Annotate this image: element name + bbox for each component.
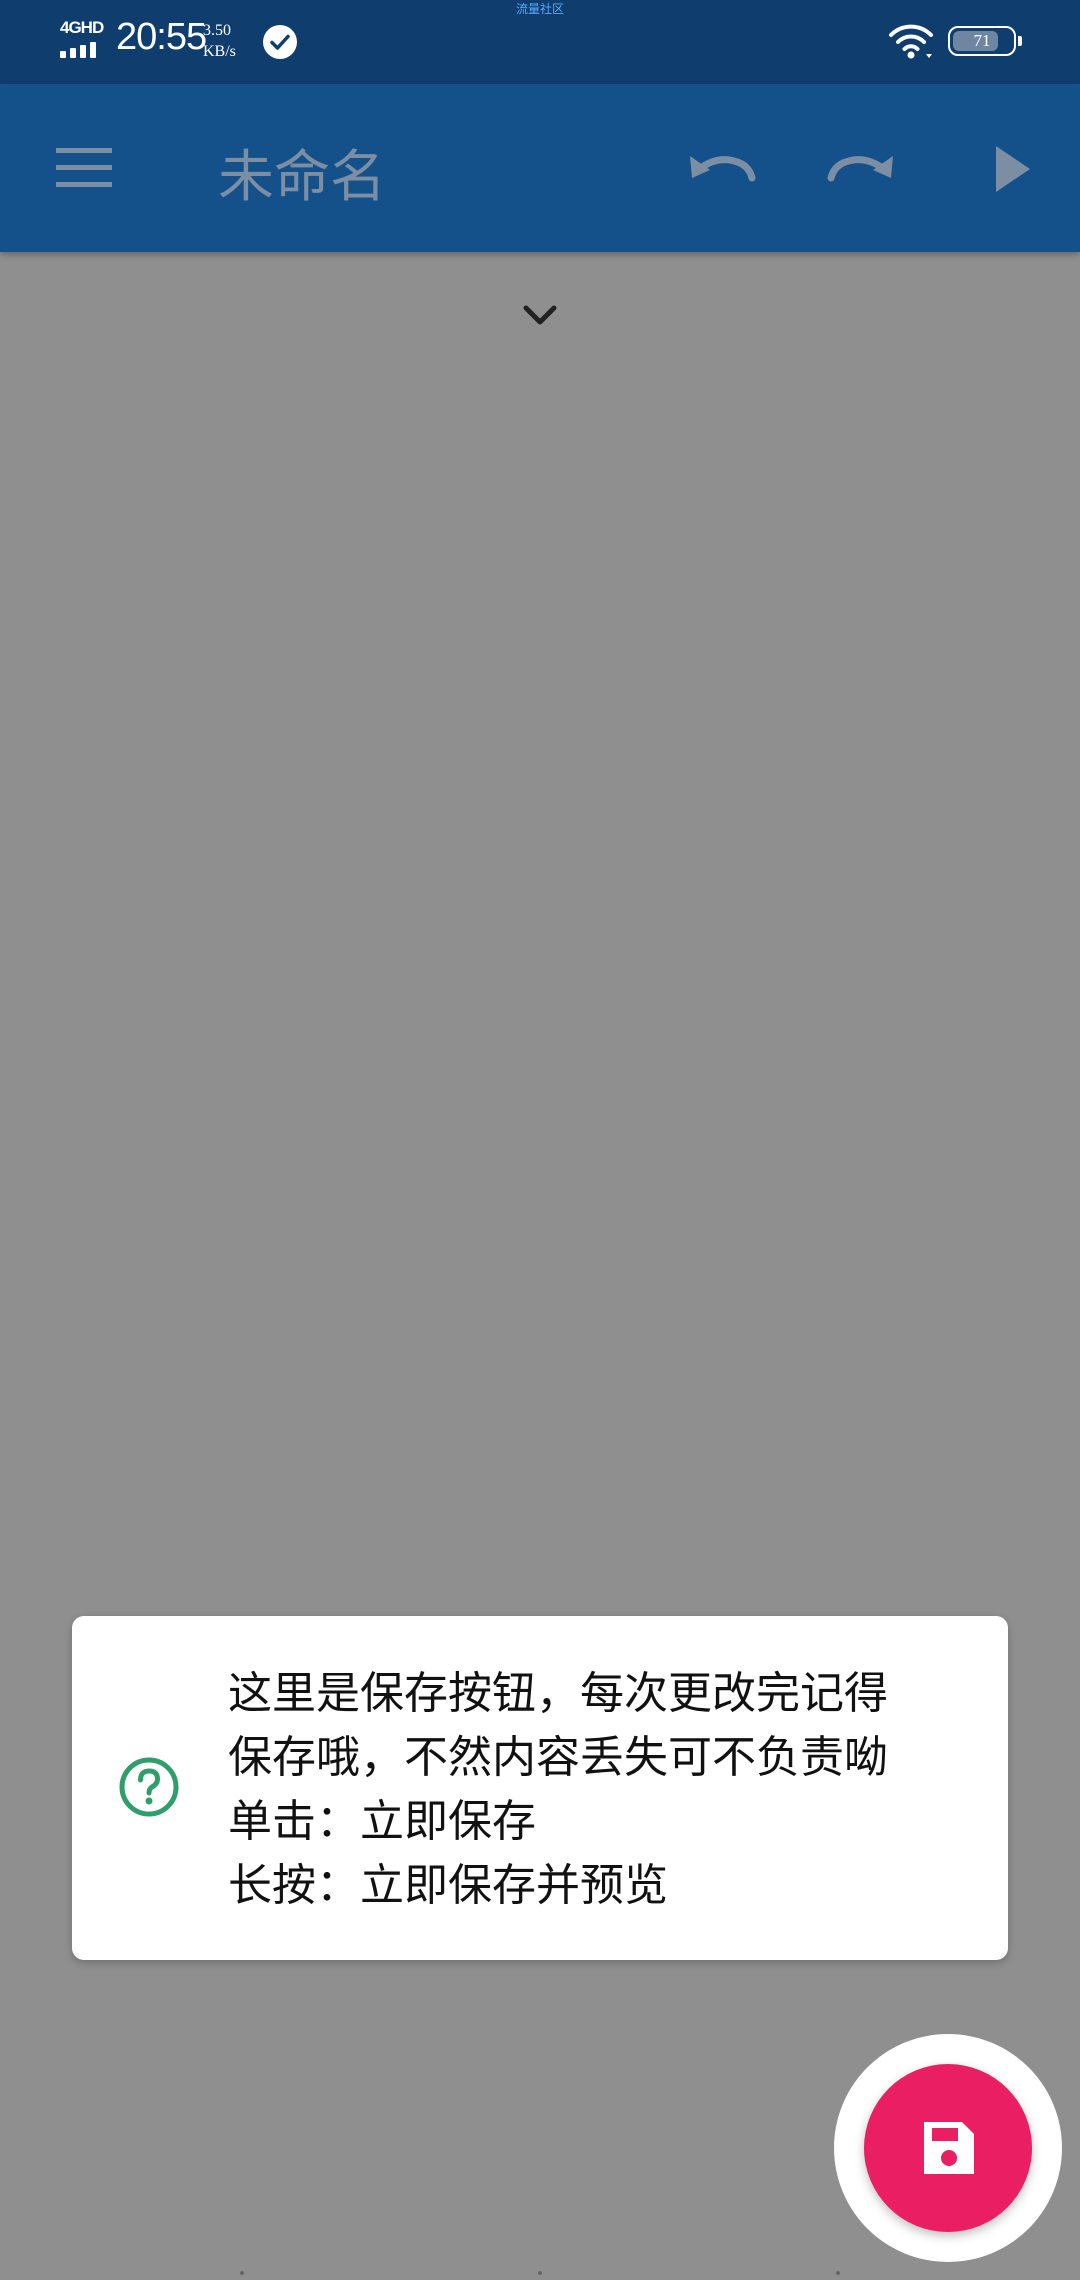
- question-circle-icon: [119, 1757, 179, 1817]
- tooltip-line: 长按：立即保存并预览: [228, 1860, 668, 1911]
- play-icon[interactable]: [972, 134, 1052, 204]
- battery-level: 71: [973, 31, 991, 50]
- status-notice: 流量社区: [515, 2, 564, 16]
- check-circle-icon: [263, 25, 297, 59]
- battery-icon: 71: [948, 26, 1022, 56]
- redo-icon[interactable]: [823, 134, 903, 204]
- tooltip-line: 这里是保存按钮，每次更改完记得: [228, 1668, 888, 1719]
- network-speed: 3.50 KB/s: [203, 20, 247, 62]
- network-type: 4GHD: [60, 18, 104, 37]
- hamburger-menu-icon[interactable]: [54, 140, 114, 196]
- undo-icon[interactable]: [680, 134, 760, 204]
- network-speed-value: 3.50: [203, 22, 231, 39]
- cellular-signal-icon: 4GHD: [58, 18, 106, 60]
- network-speed-unit: KB/s: [203, 43, 236, 60]
- document-title: 未命名: [218, 145, 386, 210]
- app-bar: 未命名: [0, 84, 1080, 252]
- floppy-disk-icon: [924, 2122, 974, 2174]
- save-button[interactable]: [864, 2064, 1032, 2232]
- save-hint-tooltip: 这里是保存按钮，每次更改完记得 保存哦，不然内容丢失可不负责呦 单击：立即保存 …: [72, 1616, 1008, 1960]
- chevron-down-icon[interactable]: [518, 300, 562, 330]
- tooltip-text: 这里是保存按钮，每次更改完记得 保存哦，不然内容丢失可不负责呦 单击：立即保存 …: [228, 1662, 988, 1918]
- clock: 20:55: [116, 16, 207, 58]
- tooltip-line: 保存哦，不然内容丢失可不负责呦: [228, 1732, 888, 1783]
- status-bar: 流量社区 4GHD 20:55 3.50 KB/s 71: [0, 0, 1080, 84]
- wifi-icon: [889, 24, 933, 59]
- screen: 流量社区 4GHD 20:55 3.50 KB/s 71 未命名 这里是保存按钮…: [0, 0, 1080, 2280]
- tooltip-line: 单击：立即保存: [228, 1796, 536, 1847]
